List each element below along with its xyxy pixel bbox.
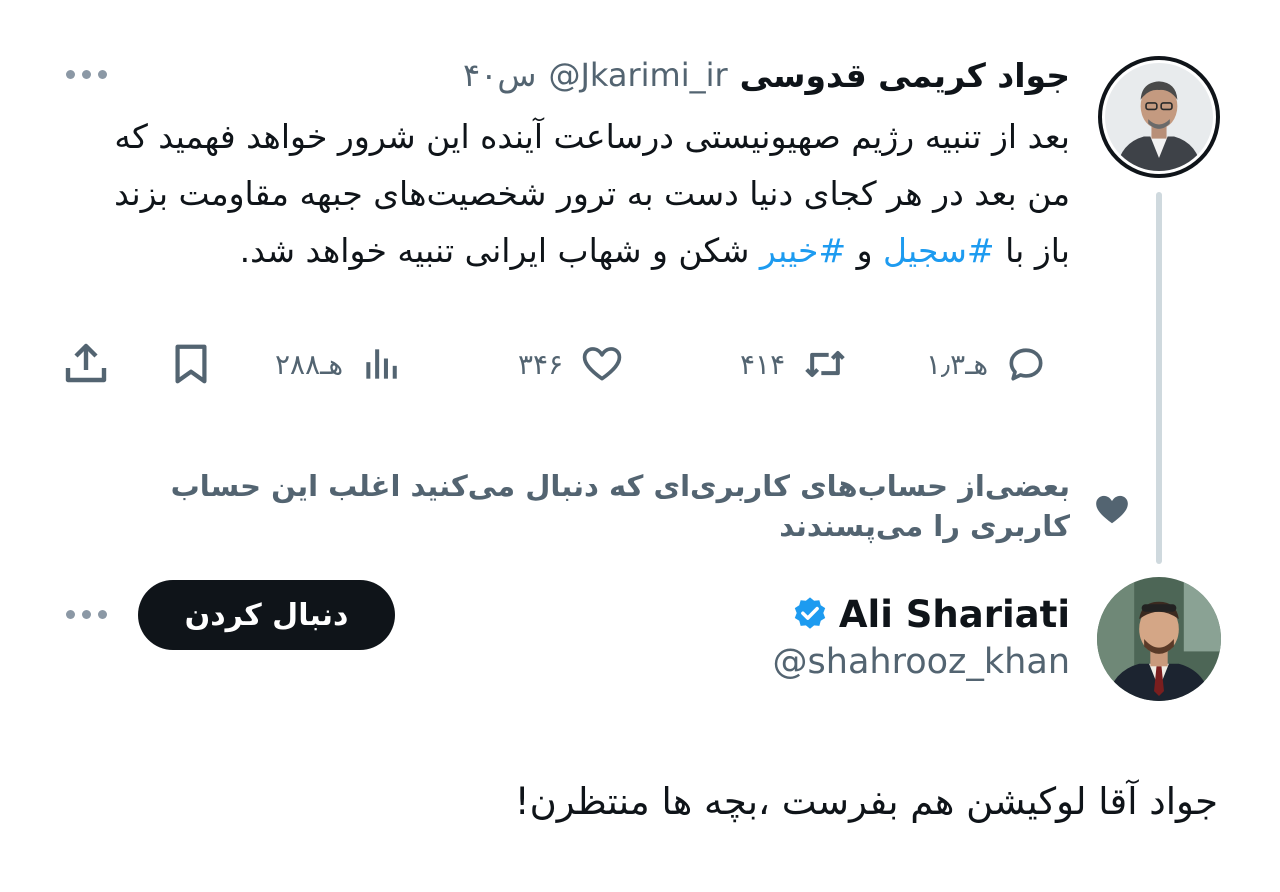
suggested-user-name-row: Ali Shariati: [791, 588, 1070, 640]
tweet-text: بعد از تنبیه رژیم صهیونیستی درساعت آینده…: [80, 108, 1070, 279]
bookmark-icon: [175, 344, 207, 384]
avatar-shahrooz[interactable]: [1097, 577, 1221, 701]
hashtag-link[interactable]: #سجیل: [883, 231, 995, 270]
hashtag-link[interactable]: #خیبر: [760, 231, 846, 270]
views-count: ۲۸۸هـ: [275, 347, 344, 381]
retweet-count: ۴۱۴: [740, 347, 786, 381]
author-name[interactable]: جواد کریمی قدوسی: [740, 56, 1070, 95]
tweet-text-part: و: [846, 231, 884, 270]
more-icon[interactable]: [66, 610, 107, 619]
retweet-button[interactable]: ۴۱۴: [740, 332, 849, 396]
more-icon[interactable]: [66, 70, 107, 79]
like-icon: [582, 347, 622, 381]
avatar-shahrooz-image: [1097, 577, 1221, 701]
suggested-user-name[interactable]: Ali Shariati: [839, 593, 1070, 636]
retweet-icon: [805, 350, 845, 378]
views-button[interactable]: ۲۸۸هـ: [275, 332, 403, 396]
tweet-text-part: شکن و شهاب ایرانی تنبیه خواهد شد.: [239, 231, 760, 270]
tweet-header: جواد کریمی قدوسی @Jkarimi_ir ۴۰س: [463, 50, 1070, 100]
social-context-text: بعضی‌از حساب‌های کاربری‌ای که دنبال می‌ک…: [170, 469, 1070, 543]
tweet-time[interactable]: ۴۰س: [463, 56, 536, 94]
reply-count: ۱٫۳هـ: [926, 347, 989, 381]
avatar-jkarimi[interactable]: [1098, 56, 1220, 178]
heart-context-icon: [1096, 495, 1128, 524]
follow-button[interactable]: دنبال کردن: [138, 580, 395, 650]
share-button[interactable]: [62, 332, 110, 396]
views-icon: [366, 349, 397, 379]
share-icon: [65, 343, 107, 383]
author-handle[interactable]: @Jkarimi_ir: [548, 56, 727, 94]
avatar-jkarimi-image: [1105, 63, 1213, 171]
reply-button[interactable]: ۱٫۳هـ: [926, 332, 1048, 396]
like-button[interactable]: ۳۴۶: [518, 332, 625, 396]
suggested-user-handle[interactable]: @shahrooz_khan: [773, 642, 1070, 682]
suggested-user-bio: جواد آقا لوکیشن هم بفرست ،بچه ها منتظرن!: [514, 780, 1218, 823]
bookmark-button[interactable]: [168, 332, 214, 396]
reply-icon: [1009, 348, 1043, 381]
thread-line: [1156, 192, 1162, 564]
verified-badge-icon: [794, 597, 826, 629]
like-count: ۳۴۶: [518, 347, 564, 381]
